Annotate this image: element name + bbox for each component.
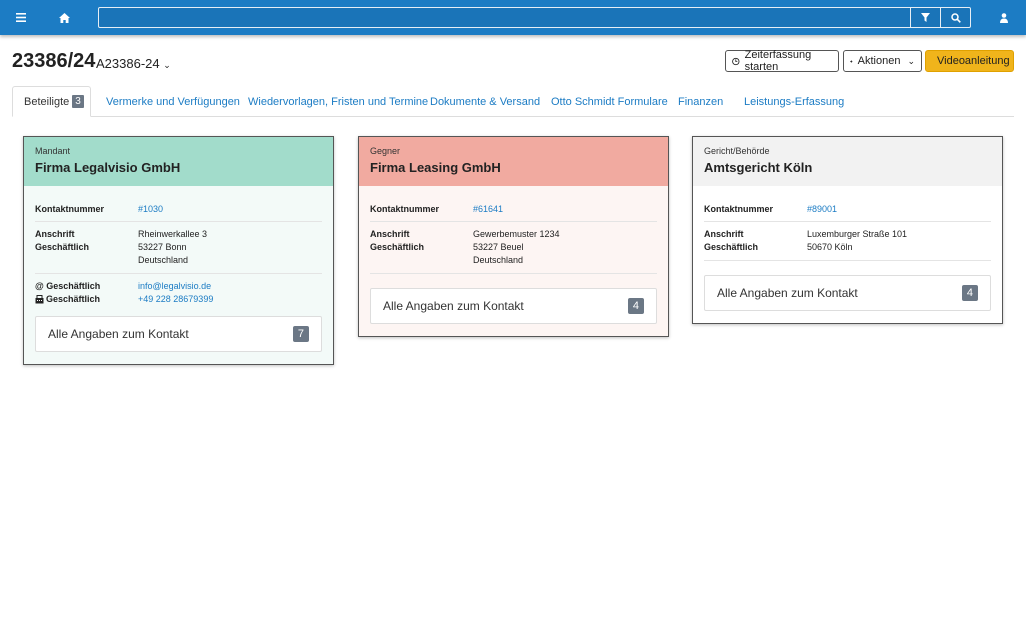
contact-number-label: Kontaktnummer bbox=[35, 204, 105, 214]
card-name: Amtsgericht Köln bbox=[704, 160, 813, 175]
hamburger-icon[interactable] bbox=[9, 0, 33, 35]
tab-leistungs-erfassung[interactable]: Leistungs-Erfassung bbox=[744, 86, 844, 117]
contact-number-label: Kontaktnummer bbox=[704, 204, 774, 214]
contact-card-gericht: Gericht/Behörde Amtsgericht Köln Kontakt… bbox=[692, 136, 1003, 324]
card-role: Gericht/Behörde bbox=[704, 146, 770, 156]
contact-number-row: Kontaktnummer #89001 bbox=[704, 186, 991, 222]
address-line: Deutschland bbox=[473, 255, 524, 265]
home-icon[interactable] bbox=[52, 0, 76, 35]
address-label: Anschrift bbox=[35, 229, 75, 239]
search-icon[interactable] bbox=[940, 8, 970, 27]
address-row: Anschrift Geschäftlich Luxemburger Straß… bbox=[704, 222, 991, 261]
contact-number-link[interactable]: #61641 bbox=[473, 204, 503, 214]
filter-icon[interactable] bbox=[910, 8, 940, 27]
address-line: Gewerbemuster 1234 bbox=[473, 229, 560, 239]
tab-beteiligte[interactable]: Beteiligte 3 bbox=[12, 86, 91, 117]
start-time-tracking-button[interactable]: Zeiterfassung starten bbox=[725, 49, 839, 73]
address-line: Rheinwerkallee 3 bbox=[138, 229, 208, 239]
contact-card-gegner: Gegner Firma Leasing GmbH Kontaktnummer … bbox=[358, 136, 669, 337]
address-line: 50670 Köln bbox=[807, 242, 853, 252]
tab-finanzen[interactable]: Finanzen bbox=[678, 86, 723, 117]
all-contact-details-label: Alle Angaben zum Kontakt bbox=[717, 286, 858, 300]
phone-label: Geschäftlich bbox=[46, 294, 101, 304]
address-label: Anschrift bbox=[704, 229, 744, 239]
search-input[interactable] bbox=[99, 8, 909, 27]
contact-card-mandant: Mandant Firma Legalvisio GmbH Kontaktnum… bbox=[23, 136, 334, 365]
actions-label: Aktionen bbox=[857, 55, 901, 67]
all-contact-details-button[interactable]: Alle Angaben zum Kontakt 4 bbox=[704, 275, 991, 311]
clock-icon bbox=[732, 57, 740, 65]
tab-bar: Beteiligte 3 Vermerke und Verfügungen Wi… bbox=[12, 86, 1014, 117]
address-label: Anschrift bbox=[370, 229, 410, 239]
card-role: Mandant bbox=[35, 146, 71, 156]
tab-label: Beteiligte bbox=[24, 95, 70, 108]
address-row: Anschrift Geschäftlich Rheinwerkallee 3 … bbox=[35, 222, 322, 274]
case-selector[interactable]: A23386-24 ⌄ bbox=[96, 56, 171, 71]
all-contact-details-button[interactable]: Alle Angaben zum Kontakt 7 bbox=[35, 316, 322, 352]
address-row: Anschrift Geschäftlich Gewerbemuster 123… bbox=[370, 222, 657, 274]
card-body: Kontaktnummer #89001 Anschrift Geschäftl… bbox=[693, 186, 1002, 323]
search-bar bbox=[98, 7, 971, 28]
count-badge: 4 bbox=[961, 285, 978, 301]
all-contact-details-label: Alle Angaben zum Kontakt bbox=[383, 299, 524, 313]
page-title: 23386/24 bbox=[12, 50, 96, 72]
contact-number-link[interactable]: #1030 bbox=[138, 204, 163, 214]
contact-number-row: Kontaktnummer #61641 bbox=[370, 186, 657, 222]
top-navbar bbox=[0, 0, 1026, 35]
count-badge: 3 bbox=[72, 95, 84, 108]
tab-dokumente[interactable]: Dokumente & Versand bbox=[430, 86, 540, 117]
contact-number-link[interactable]: #89001 bbox=[807, 204, 837, 214]
all-contact-details-label: Alle Angaben zum Kontakt bbox=[48, 327, 189, 341]
count-badge: 7 bbox=[292, 326, 309, 342]
card-header: Gericht/Behörde Amtsgericht Köln bbox=[693, 137, 1002, 186]
card-role: Gegner bbox=[370, 146, 401, 156]
card-name: Firma Leasing GmbH bbox=[370, 160, 501, 175]
actions-dropdown-button[interactable]: Aktionen ⌄ bbox=[843, 50, 922, 72]
address-type-label: Geschäftlich bbox=[370, 242, 425, 252]
card-name: Firma Legalvisio GmbH bbox=[35, 160, 181, 175]
communication-row: @ Geschäftlich Geschäftlich info@legalvi… bbox=[35, 274, 322, 312]
tab-vermerke[interactable]: Vermerke und Verfügungen bbox=[106, 86, 240, 117]
card-header: Mandant Firma Legalvisio GmbH bbox=[24, 137, 333, 186]
chevron-down-icon: ⌄ bbox=[163, 60, 171, 70]
all-contact-details-button[interactable]: Alle Angaben zum Kontakt 4 bbox=[370, 288, 657, 324]
card-header: Gegner Firma Leasing GmbH bbox=[359, 137, 668, 186]
address-line: Luxemburger Straße 101 bbox=[807, 229, 908, 239]
email-label: @ Geschäftlich bbox=[35, 281, 101, 291]
address-line: Deutschland bbox=[138, 255, 189, 265]
video-tutorial-button[interactable]: Videoanleitung bbox=[925, 50, 1014, 72]
tab-wiedervorlagen[interactable]: Wiedervorlagen, Fristen und Termine bbox=[248, 86, 428, 117]
chevron-down-icon: ⌄ bbox=[907, 55, 915, 66]
contact-number-label: Kontaktnummer bbox=[370, 204, 440, 214]
address-line: 53227 Bonn bbox=[138, 242, 187, 252]
card-body: Kontaktnummer #1030 Anschrift Geschäftli… bbox=[24, 186, 333, 364]
phone-link[interactable]: +49 228 28679399 bbox=[138, 293, 322, 306]
contact-number-row: Kontaktnummer #1030 bbox=[35, 186, 322, 222]
address-type-label: Geschäftlich bbox=[35, 242, 90, 252]
card-body: Kontaktnummer #61641 Anschrift Geschäftl… bbox=[359, 186, 668, 336]
count-badge: 4 bbox=[627, 298, 644, 314]
address-type-label: Geschäftlich bbox=[704, 242, 759, 252]
tab-otto-schmidt[interactable]: Otto Schmidt Formulare bbox=[551, 86, 668, 117]
video-tutorial-label: Videoanleitung bbox=[937, 55, 1010, 67]
email-link[interactable]: info@legalvisio.de bbox=[138, 280, 322, 293]
user-icon[interactable] bbox=[992, 0, 1016, 35]
address-line: 53227 Beuel bbox=[473, 242, 524, 252]
gear-icon bbox=[850, 59, 853, 63]
start-time-tracking-label: Zeiterfassung starten bbox=[744, 49, 812, 73]
fax-icon bbox=[35, 295, 44, 304]
case-subtitle: A23386-24 bbox=[96, 56, 160, 71]
